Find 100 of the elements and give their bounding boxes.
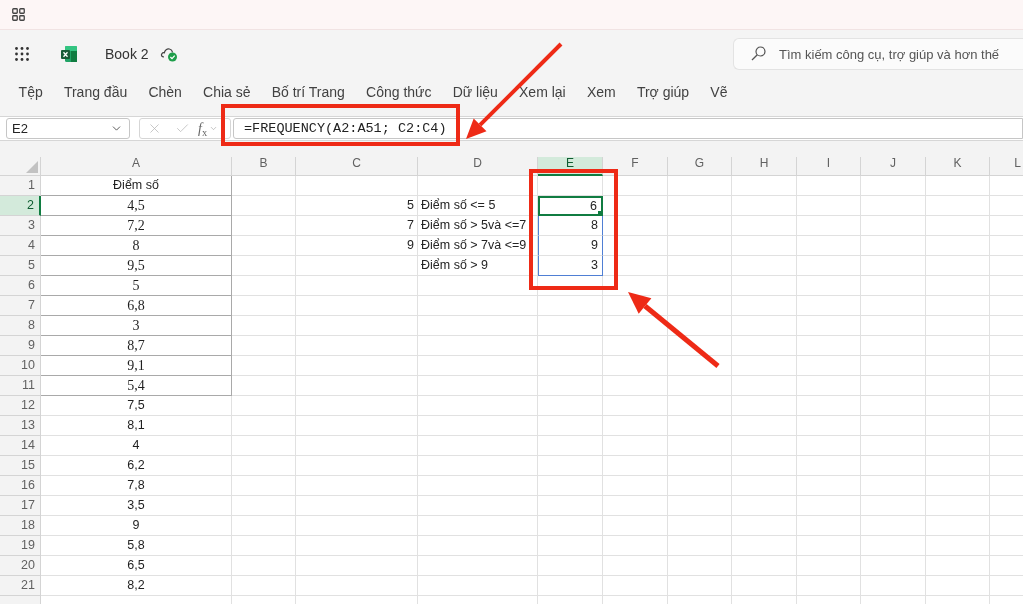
- chevron-down-icon[interactable]: [209, 124, 219, 133]
- active-cell[interactable]: 6: [538, 196, 603, 216]
- row-header[interactable]: 14: [0, 436, 41, 456]
- name-box[interactable]: E2: [6, 118, 130, 139]
- row-header[interactable]: 16: [0, 476, 41, 496]
- empty-cell: [603, 316, 668, 336]
- column-header[interactable]: J: [861, 157, 926, 176]
- row-header[interactable]: 20: [0, 556, 41, 576]
- column-header[interactable]: H: [732, 157, 797, 176]
- row-header[interactable]: 10: [0, 356, 41, 376]
- empty-cell: [926, 296, 990, 316]
- empty-cell: [861, 516, 926, 536]
- empty-cell: [926, 356, 990, 376]
- empty-cell: [861, 236, 926, 256]
- formula-input[interactable]: =FREQUENCY(A2:A51; C2:C4): [233, 118, 1023, 139]
- document-title[interactable]: Book 2: [105, 43, 149, 65]
- row-header[interactable]: 8: [0, 316, 41, 336]
- column-header[interactable]: D: [418, 157, 538, 176]
- empty-cell: [797, 536, 861, 556]
- column-header[interactable]: F: [603, 157, 668, 176]
- row-header[interactable]: 6: [0, 276, 41, 296]
- cloud-check-icon[interactable]: [159, 46, 178, 62]
- table-cell: 4: [41, 436, 232, 456]
- spreadsheet-logo-icon[interactable]: [60, 45, 78, 63]
- row-header[interactable]: 13: [0, 416, 41, 436]
- row-header[interactable]: 4: [0, 236, 41, 256]
- ribbon-tab[interactable]: Chèn: [137, 80, 193, 104]
- insert-function-button[interactable]: f$_{x}$: [198, 118, 208, 139]
- empty-cell: [603, 236, 668, 256]
- ribbon-tab[interactable]: Bố trí Trang: [261, 80, 356, 104]
- table-cell: 8: [538, 216, 603, 236]
- row-header[interactable]: 17: [0, 496, 41, 516]
- empty-cell: [926, 416, 990, 436]
- column-header[interactable]: L: [990, 157, 1023, 176]
- row-header[interactable]: 21: [0, 576, 41, 596]
- app-grid-icon[interactable]: [12, 8, 25, 21]
- empty-cell: [926, 476, 990, 496]
- row-header[interactable]: 5: [0, 256, 41, 276]
- ribbon-tab[interactable]: Chia sẻ: [192, 80, 262, 104]
- empty-cell: [926, 456, 990, 476]
- table-cell: 8,7: [41, 336, 232, 356]
- ribbon-tab[interactable]: Trang đầu: [53, 80, 138, 104]
- empty-cell: [732, 356, 797, 376]
- search-field[interactable]: Tìm kiếm công cụ, trợ giúp và hơn thế: [733, 38, 1023, 70]
- empty-cell: [926, 216, 990, 236]
- select-all-icon[interactable]: [26, 161, 38, 173]
- row-header[interactable]: 2: [0, 196, 41, 216]
- row-header[interactable]: 9: [0, 336, 41, 356]
- row-header[interactable]: 11: [0, 376, 41, 396]
- empty-cell: [668, 276, 732, 296]
- table-cell: 9: [296, 236, 418, 256]
- table-cell: 7,2: [41, 216, 232, 236]
- empty-cell: [538, 556, 603, 576]
- column-header[interactable]: I: [797, 157, 861, 176]
- close-icon[interactable]: [147, 121, 162, 136]
- search-icon: [751, 46, 766, 61]
- empty-cell: [668, 296, 732, 316]
- row-header[interactable]: 15: [0, 456, 41, 476]
- column-header[interactable]: C: [296, 157, 418, 176]
- empty-cell: [603, 456, 668, 476]
- ribbon-tab[interactable]: Xem: [576, 80, 627, 104]
- empty-cell: [732, 316, 797, 336]
- empty-cell: [232, 316, 296, 336]
- ribbon-tab[interactable]: Tệp: [8, 80, 54, 104]
- column-header[interactable]: A: [41, 157, 232, 176]
- empty-cell: [732, 536, 797, 556]
- empty-cell: [668, 456, 732, 476]
- empty-cell: [797, 176, 861, 196]
- empty-cell: [797, 456, 861, 476]
- ribbon-tab[interactable]: Công thức: [355, 80, 443, 104]
- empty-cell: [797, 196, 861, 216]
- empty-cell: [603, 436, 668, 456]
- empty-cell: [861, 356, 926, 376]
- empty-cell: [232, 176, 296, 196]
- row-header[interactable]: 1: [0, 176, 41, 196]
- empty-cell: [668, 176, 732, 196]
- empty-cell: [797, 416, 861, 436]
- row-header[interactable]: 3: [0, 216, 41, 236]
- empty-cell: [797, 576, 861, 596]
- ribbon-tab[interactable]: Dữ liệu: [442, 80, 509, 104]
- empty-cell: [861, 276, 926, 296]
- row-header[interactable]: 12: [0, 396, 41, 416]
- empty-cell: [668, 376, 732, 396]
- row-header[interactable]: 7: [0, 296, 41, 316]
- dots-grid-icon[interactable]: [15, 47, 29, 61]
- empty-cell: [538, 296, 603, 316]
- table-cell: Điểm số > 9: [418, 256, 538, 276]
- empty-cell: [538, 496, 603, 516]
- column-header[interactable]: K: [926, 157, 990, 176]
- column-header[interactable]: B: [232, 157, 296, 176]
- empty-cell: [603, 556, 668, 576]
- row-header[interactable]: 19: [0, 536, 41, 556]
- row-header[interactable]: 18: [0, 516, 41, 536]
- column-header[interactable]: G: [668, 157, 732, 176]
- ribbon-tab[interactable]: Xem lại: [508, 80, 577, 104]
- ribbon-tab[interactable]: Trợ giúp: [626, 80, 700, 104]
- fill-handle-icon[interactable]: [598, 211, 603, 216]
- ribbon-tab[interactable]: Vẽ: [699, 80, 738, 104]
- empty-cell: [926, 576, 990, 596]
- empty-cell: [232, 556, 296, 576]
